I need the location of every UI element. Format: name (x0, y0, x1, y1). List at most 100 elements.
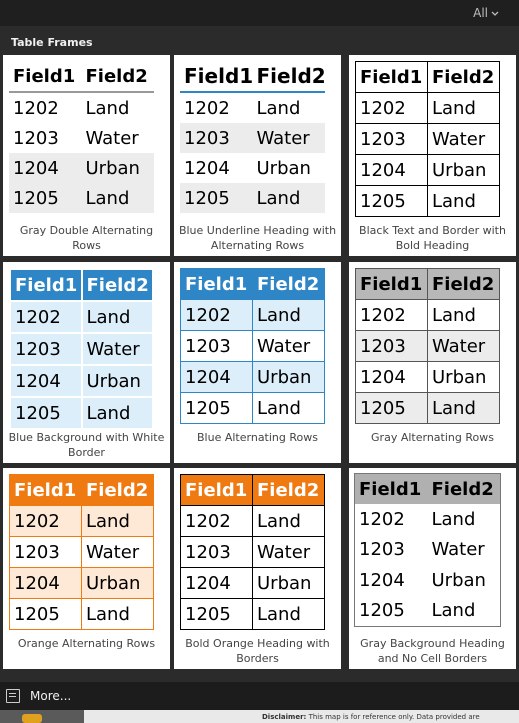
table-frame-black-text-border[interactable]: Field1 Field2 1202 Land 1203 Water 1204 Urban 12… (349, 55, 516, 256)
tile-caption: Blue Alternating Rows (197, 431, 318, 444)
table-row: 1205 Land (9, 183, 154, 213)
table-header-row: Field1 Field2 (180, 474, 325, 506)
table-header-row: Field1 Field2 (355, 61, 500, 93)
tile-caption: Gray Alternating Rows (371, 431, 494, 444)
table-row: 1204 Urban (355, 361, 500, 393)
table-cell: Water (252, 330, 325, 362)
tile-caption: Orange Alternating Rows (17, 637, 156, 650)
bottom-bar: More... (0, 682, 519, 710)
table-row: 1205 Land (180, 183, 325, 213)
table-cell: 1202 (355, 92, 428, 124)
table-cell: 1202 (9, 92, 82, 123)
header-cell: Field1 (9, 268, 83, 302)
table-cell: Land (80, 300, 154, 334)
table-header-row: Field1 Field2 (355, 268, 500, 300)
table-row: 1204 Urban (9, 153, 154, 183)
table-cell: 1204 (180, 567, 253, 599)
header-cell: Field1 (180, 268, 253, 300)
chevron-down-icon (491, 6, 499, 20)
table-row: 1204 Urban (180, 153, 325, 183)
disclaimer-text: Disclaimer: This map is for reference on… (262, 713, 480, 721)
header-cell: Field2 (427, 268, 500, 300)
table-row: 1202 Land (180, 299, 325, 331)
preview-table: Field1 Field2 1202 Land 1203 Water 1204 Urban 12… (180, 61, 325, 213)
table-cell: Urban (252, 361, 325, 393)
preview-table: Field1 Field2 1202 Land 1203 Water 1204 Urban 12… (9, 474, 154, 630)
table-cell: Land (80, 396, 154, 430)
table-cell: Water (81, 536, 154, 568)
table-frame-gray-double-alternating[interactable]: Field1 Field2 1202 Land 1203 Water 1204 Urban 12… (3, 55, 170, 256)
header-cell: Field1 (355, 474, 428, 505)
table-cell: 1205 (355, 595, 428, 626)
table-cell: Urban (81, 153, 154, 183)
table-cell: Land (81, 505, 154, 537)
table-cell: 1202 (180, 505, 253, 537)
table-cell: 1202 (9, 300, 83, 334)
table-row: 1205 Land (9, 598, 154, 630)
header-cell: Field2 (81, 61, 154, 93)
table-cell: Land (427, 299, 500, 331)
header-cell: Field2 (427, 474, 500, 505)
table-cell: Land (427, 595, 500, 626)
table-cell: 1204 (9, 153, 82, 183)
table-frame-blue-alternating[interactable]: Field1 Field2 1202 Land 1203 Water 1204 Urban 12… (174, 262, 341, 463)
table-row: 1204 Urban (9, 567, 154, 599)
filter-label: All (473, 6, 488, 20)
table-cell: Urban (81, 567, 154, 599)
header-cell: Field2 (427, 61, 500, 93)
tile-caption: Black Text and Border with Bold Heading (359, 224, 506, 252)
table-cell: 1205 (9, 396, 83, 430)
table-cell: 1203 (355, 123, 428, 155)
table-cell: Land (427, 392, 500, 424)
table-cell: Water (427, 330, 500, 362)
table-cell: Water (80, 332, 154, 366)
table-cell: 1202 (180, 92, 253, 123)
table-header-row: Field1 Field2 (9, 268, 154, 302)
table-cell: Land (252, 505, 325, 537)
table-frame-orange-alternating[interactable]: Field1 Field2 1202 Land 1203 Water 1204 Urban 12… (3, 468, 170, 669)
header-cell: Field1 (180, 61, 253, 93)
tile-caption: Gray Background Heading and No Cell Bord… (360, 637, 505, 665)
preview-table: Field1 Field2 1202 Land 1203 Water 1204 Urban 12… (9, 61, 154, 213)
table-cell: 1203 (180, 123, 253, 153)
table-row: 1202 Land (9, 92, 154, 123)
table-row: 1202 Land (355, 504, 500, 535)
table-row: 1204 Urban (180, 567, 325, 599)
table-frame-blue-background-white-border[interactable]: Field1 Field2 1202 Land 1203 Water 1204 Urban 12… (3, 262, 170, 463)
table-cell: Urban (252, 153, 325, 183)
table-cell: 1204 (355, 565, 428, 596)
preview-table: Field1 Field2 1202 Land 1203 Water 1204 Urban 12… (180, 474, 325, 630)
table-cell: 1203 (180, 536, 253, 568)
table-row: 1204 Urban (355, 154, 500, 186)
table-row: 1205 Land (180, 598, 325, 630)
table-frame-gray-alternating[interactable]: Field1 Field2 1202 Land 1203 Water 1204 Urban 12… (349, 262, 516, 463)
table-cell: Land (252, 92, 325, 123)
header-cell: Field2 (252, 268, 325, 300)
preview-table: Field1 Field2 1202 Land 1203 Water 1204 Urban 12… (9, 268, 154, 430)
more-button[interactable]: More... (6, 689, 71, 703)
table-cell: Water (252, 123, 325, 153)
table-row: 1205 Land (355, 595, 500, 626)
table-cell: 1204 (180, 153, 253, 183)
table-cell: 1205 (355, 185, 428, 217)
table-cell: 1205 (180, 598, 253, 630)
table-cell: Water (81, 123, 154, 153)
filter-dropdown[interactable]: All (473, 6, 499, 20)
table-row: 1202 Land (355, 299, 500, 331)
table-header-row: Field1 Field2 (180, 268, 325, 300)
table-row: 1203 Water (9, 123, 154, 153)
tile-caption: Gray Double Alternating Rows (19, 224, 154, 252)
table-cell: 1204 (355, 361, 428, 393)
header-cell: Field1 (9, 61, 82, 93)
table-row: 1203 Water (180, 330, 325, 362)
table-cell: 1205 (180, 183, 253, 213)
section-title: Table Frames (11, 36, 93, 49)
table-frame-blue-underline-heading[interactable]: Field1 Field2 1202 Land 1203 Water 1204 Urban 12… (174, 55, 341, 256)
table-row: 1202 Land (180, 505, 325, 537)
table-cell: 1204 (9, 567, 82, 599)
table-frame-gray-background-no-borders[interactable]: Field1 Field2 1202 Land 1203 Water 1204 Urban 12… (349, 468, 516, 669)
table-cell: Water (427, 534, 500, 566)
table-frame-bold-orange-heading[interactable]: Field1 Field2 1202 Land 1203 Water 1204 Urban 12… (174, 468, 341, 669)
table-cell: 1205 (180, 392, 253, 424)
table-row: 1205 Land (9, 396, 154, 430)
